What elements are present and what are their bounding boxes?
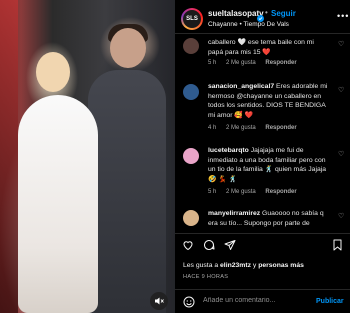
comment-time: 5 h — [208, 189, 217, 195]
liker-username[interactable]: elin23mtz — [220, 262, 251, 269]
post-actions-bar — [175, 233, 350, 255]
likes-summary: Les gusta a elin23mtz y personas más — [183, 262, 304, 269]
bookmark-icon[interactable] — [332, 239, 343, 254]
comment-time: 5 h — [208, 60, 217, 66]
comment-item: manyelirramirez Guaoooo no sabía q era s… — [175, 208, 350, 232]
post-timestamp: HACE 9 HORAS — [183, 274, 229, 280]
comment-username[interactable]: sanacion_angelical7 — [208, 83, 274, 90]
comment-username[interactable]: manyelirramirez — [208, 210, 260, 217]
post-details-panel: SLS sueltalasopatv • Seguir Chayanne • T… — [175, 0, 350, 313]
video-figure-bride-head — [36, 52, 70, 92]
heart-outline-icon[interactable]: ♡ — [338, 150, 344, 158]
comment-body: caballero 🤍 ese tema baile con mi papá p… — [208, 39, 314, 56]
likes-prefix: Les gusta a — [183, 262, 221, 269]
likes-others[interactable]: personas más — [258, 262, 304, 269]
comment-text: lucetebarqto Jajajaja me fui de inmediat… — [208, 146, 330, 184]
publish-button[interactable]: Publicar — [316, 298, 344, 305]
comment-meta: 5 h 2 Me gusta Responder — [208, 189, 305, 195]
heart-outline-icon[interactable]: ♡ — [338, 40, 344, 48]
heart-outline-icon[interactable] — [182, 239, 194, 254]
more-options-icon[interactable]: ••• — [337, 11, 349, 21]
heart-outline-icon[interactable]: ♡ — [338, 212, 344, 220]
commenter-avatar[interactable] — [183, 84, 199, 100]
reply-button[interactable]: Responder — [265, 125, 296, 131]
comment-likes[interactable]: 2 Me gusta — [226, 60, 256, 66]
add-comment-bar: Publicar — [175, 289, 350, 313]
video-frame-edge — [0, 0, 18, 313]
comment-time: 4 h — [208, 125, 217, 131]
comment-meta: 5 h 2 Me gusta Responder — [208, 60, 305, 66]
comment-text: caballero 🤍 ese tema baile con mi papá p… — [208, 38, 330, 57]
paper-plane-icon[interactable] — [224, 239, 236, 254]
comment-text: sanacion_angelical7 Eres adorable mi her… — [208, 82, 330, 120]
comment-likes[interactable]: 2 Me gusta — [226, 125, 256, 131]
post-header: SLS sueltalasopatv • Seguir Chayanne • T… — [175, 0, 350, 34]
commenter-avatar[interactable] — [183, 210, 199, 226]
emoji-smile-icon[interactable] — [183, 296, 195, 311]
account-username[interactable]: sueltalasopatv — [208, 9, 264, 18]
follow-button[interactable]: Seguir — [271, 9, 296, 18]
commenter-avatar[interactable] — [183, 38, 199, 54]
comment-likes[interactable]: 2 Me gusta — [226, 189, 256, 195]
comment-input[interactable] — [203, 297, 313, 304]
audio-track-link[interactable]: Chayanne • Tiempo De Vals — [208, 21, 289, 28]
comment-meta: 4 h 2 Me gusta Responder — [208, 125, 305, 131]
reply-button[interactable]: Responder — [265, 60, 296, 66]
speaker-muted-icon[interactable] — [150, 292, 168, 310]
comment-icon[interactable] — [203, 239, 215, 254]
video-figure-head — [110, 28, 146, 68]
commenter-avatar[interactable] — [183, 148, 199, 164]
account-avatar[interactable]: SLS — [181, 8, 203, 30]
reply-button[interactable]: Responder — [265, 189, 296, 195]
video-figure-bride — [18, 95, 98, 313]
account-avatar-label: SLS — [183, 10, 201, 28]
comment-text: manyelirramirez Guaoooo no sabía q era s… — [208, 209, 330, 228]
heart-outline-icon[interactable]: ♡ — [338, 86, 344, 94]
comment-username[interactable]: lucetebarqto — [208, 147, 249, 154]
video-figure-groom — [88, 70, 166, 313]
video-player[interactable] — [0, 0, 175, 313]
separator-dot: • — [265, 8, 268, 17]
